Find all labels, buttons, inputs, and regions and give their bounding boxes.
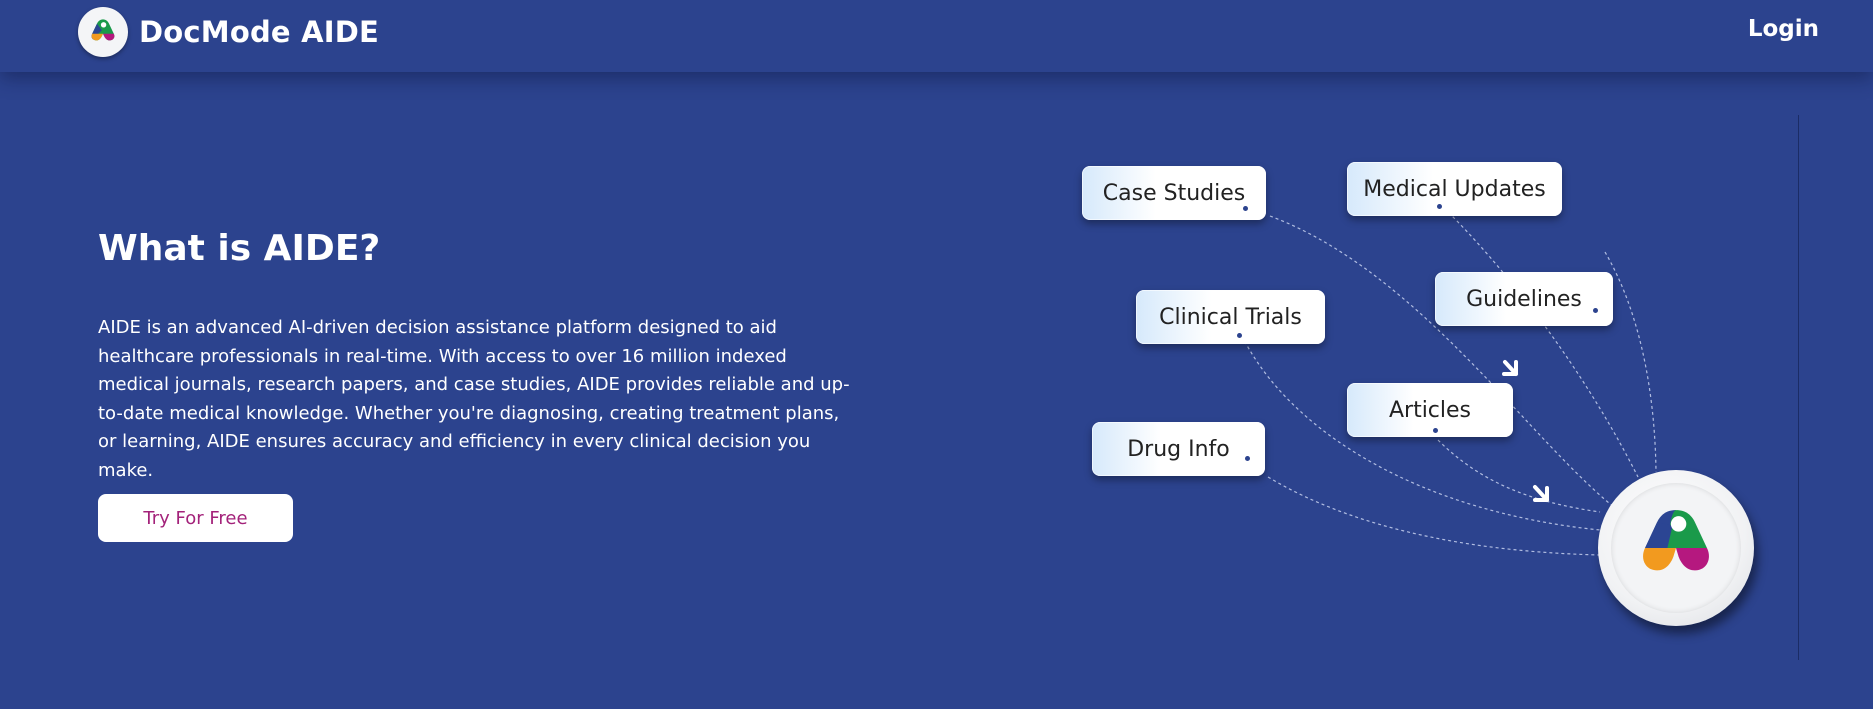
hero-description: AIDE is an advanced AI-driven decision a… — [98, 317, 850, 481]
chip-label: Drug Info — [1127, 436, 1230, 462]
chip-label: Articles — [1388, 397, 1472, 423]
aide-logo-badge — [1598, 470, 1754, 626]
chip-label: Guidelines — [1466, 286, 1582, 312]
chip-case-studies: Case Studies — [1082, 166, 1266, 220]
chip-label: Medical Updates — [1363, 176, 1546, 202]
aide-logo-icon — [1611, 483, 1741, 613]
divider-line — [1798, 115, 1799, 660]
chip-medical-updates: Medical Updates — [1347, 162, 1562, 216]
login-link[interactable]: Login — [1748, 16, 1819, 42]
chip-drug-info: Drug Info — [1092, 422, 1265, 476]
hero-title: What is AIDE? — [98, 228, 381, 269]
chip-clinical-trials: Clinical Trials — [1136, 290, 1325, 344]
navbar: DocMode AIDE Login — [0, 0, 1873, 72]
chip-dot — [1593, 308, 1598, 313]
chip-dot — [1433, 428, 1438, 433]
chip-articles: Articles — [1347, 383, 1513, 437]
aide-logo-icon — [78, 7, 128, 57]
chip-label: Case Studies — [1102, 180, 1246, 206]
chip-dot — [1437, 204, 1442, 209]
try-for-free-button[interactable]: Try For Free — [98, 494, 293, 542]
chip-guidelines: Guidelines — [1435, 272, 1613, 326]
chip-label: Clinical Trials — [1159, 304, 1302, 330]
brand-name: DocMode AIDE — [139, 15, 380, 49]
chip-dot — [1237, 333, 1242, 338]
page: DocMode AIDE Login What is AIDE? AIDE is… — [0, 0, 1873, 709]
brand-link[interactable]: DocMode AIDE — [78, 7, 379, 57]
chip-dot — [1243, 206, 1248, 211]
chip-dot — [1245, 456, 1250, 461]
